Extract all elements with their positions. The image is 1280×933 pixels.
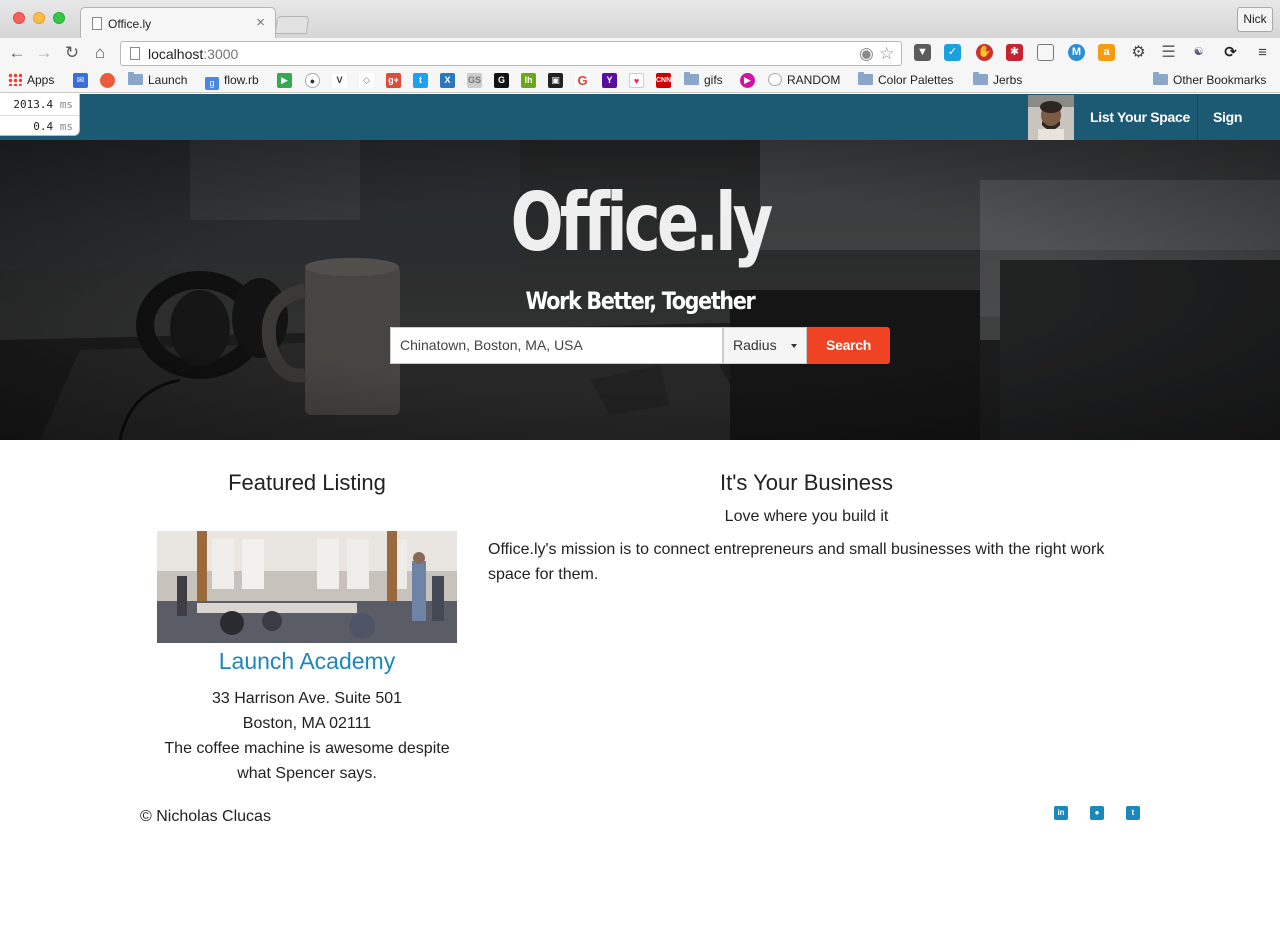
x-logo-icon[interactable]: X bbox=[440, 73, 455, 88]
browser-tab[interactable]: Office.ly × bbox=[80, 7, 276, 38]
list-your-space-link[interactable]: List Your Space bbox=[1075, 94, 1205, 140]
tab-close-icon[interactable]: × bbox=[256, 14, 265, 31]
play-store-icon[interactable]: ▶ bbox=[277, 73, 292, 88]
bookmark-gifs[interactable]: gifs bbox=[684, 72, 723, 89]
back-arrow-icon[interactable]: ← bbox=[7, 43, 27, 63]
orange-circle-icon[interactable] bbox=[100, 73, 115, 88]
footer-copyright: © Nicholas Clucas bbox=[140, 808, 271, 825]
reddit-icon[interactable]: ● bbox=[305, 73, 320, 88]
bookmark-jerbs[interactable]: Jerbs bbox=[973, 72, 1022, 89]
mini-profiler-badge[interactable]: 2013.4 ms 0.4 ms bbox=[0, 94, 80, 136]
m-extension-icon[interactable]: M bbox=[1068, 44, 1085, 61]
hero-banner: Office.ly Work Better, Together Chinatow… bbox=[0, 140, 1280, 440]
featured-listing-heading: Featured Listing bbox=[228, 470, 386, 495]
sync-icon[interactable]: ⟳ bbox=[1222, 44, 1239, 61]
bookmark-flow[interactable]: g flow.rb bbox=[205, 72, 259, 90]
business-heading: It's Your Business bbox=[720, 470, 893, 495]
folder-icon bbox=[973, 72, 988, 85]
heart-icon[interactable]: ♥ bbox=[629, 73, 644, 88]
lh-icon[interactable]: lh bbox=[521, 73, 536, 88]
bookmark-star-icon[interactable]: ☆ bbox=[879, 44, 894, 64]
page-icon bbox=[92, 17, 102, 30]
office-photo bbox=[157, 531, 457, 643]
inbox-icon[interactable]: ✉ bbox=[73, 73, 88, 88]
location-search-input[interactable]: Chinatown, Boston, MA, USA bbox=[390, 327, 723, 364]
search-button[interactable]: Search bbox=[807, 327, 890, 364]
browser-toolbar: ← → ↻ ⌂ localhost:3000 ◉ ☆ ▼ ✓ ✋ ✱ M a ⚙… bbox=[0, 38, 1280, 69]
business-subheading: Love where you build it bbox=[724, 508, 889, 525]
cast-icon[interactable] bbox=[1037, 44, 1054, 61]
satellite-icon[interactable]: ☯ bbox=[1190, 44, 1207, 61]
bookmarks-bar: Apps ✉ Launch g flow.rb ▶ ● V ◇ g+ t X GS… bbox=[0, 69, 1280, 93]
reload-icon[interactable]: ↻ bbox=[62, 43, 82, 63]
play-circle-icon[interactable]: ▶ bbox=[740, 73, 755, 88]
radius-select[interactable]: Radius bbox=[723, 327, 807, 364]
tab-title: Office.ly bbox=[108, 17, 152, 31]
listing-photo[interactable] bbox=[157, 531, 457, 643]
bookmark-launch[interactable]: Launch bbox=[128, 72, 187, 89]
new-tab-button[interactable] bbox=[274, 16, 310, 34]
folder-icon bbox=[128, 72, 143, 85]
zoom-window-button[interactable] bbox=[53, 12, 65, 24]
menu-icon[interactable]: ≡ bbox=[1254, 44, 1271, 61]
linkedin-icon[interactable]: in bbox=[1054, 806, 1068, 820]
google-plus-icon[interactable]: g+ bbox=[386, 73, 401, 88]
twitter-icon[interactable]: t bbox=[413, 73, 428, 88]
listing-address-line2: Boston, MA 02111 bbox=[242, 715, 372, 732]
forward-arrow-icon[interactable]: → bbox=[34, 43, 54, 63]
bookmark-other[interactable]: Other Bookmarks bbox=[1153, 72, 1266, 89]
minimize-window-button[interactable] bbox=[33, 12, 45, 24]
apps-grid-icon bbox=[8, 73, 22, 86]
yahoo-icon[interactable]: Y bbox=[602, 73, 617, 88]
adblock-icon[interactable]: ✋ bbox=[976, 44, 993, 61]
folder-icon bbox=[1153, 72, 1168, 85]
folder-icon bbox=[684, 72, 699, 85]
settings-gear-icon[interactable]: ⚙ bbox=[1130, 44, 1147, 61]
avatar-photo bbox=[1028, 95, 1074, 140]
github-icon[interactable]: ● bbox=[1090, 806, 1104, 820]
mission-statement: Office.ly's mission is to connect entrep… bbox=[488, 541, 1105, 583]
location-target-icon[interactable]: ◉ bbox=[859, 44, 874, 64]
checkbox-extension-icon[interactable]: ✓ bbox=[944, 44, 961, 61]
address-bar[interactable]: localhost:3000 ◉ ☆ bbox=[120, 41, 902, 66]
listing-description: The coffee machine is awesome despite wh… bbox=[164, 740, 450, 782]
profile-button[interactable]: Nick bbox=[1237, 7, 1273, 32]
listing-address-line1: 33 Harrison Ave. Suite 501 bbox=[211, 690, 403, 707]
url-text: localhost:3000 bbox=[148, 46, 239, 62]
pocket-icon[interactable]: ▼ bbox=[914, 44, 931, 61]
profiler-row[interactable]: 2013.4 ms bbox=[0, 94, 79, 115]
columns-icon[interactable]: ☰ bbox=[1160, 44, 1177, 61]
square-app-icon[interactable]: ▣ bbox=[548, 73, 563, 88]
hero-tagline: Work Better, Together bbox=[525, 287, 756, 315]
lastpass-icon[interactable]: ✱ bbox=[1006, 44, 1023, 61]
close-window-button[interactable] bbox=[13, 12, 25, 24]
page-icon bbox=[130, 47, 140, 60]
gs-icon[interactable]: GS bbox=[467, 73, 482, 88]
site-logo-title: Office.ly bbox=[510, 176, 774, 269]
browser-titlebar: Office.ly × Nick bbox=[0, 0, 1280, 38]
user-avatar[interactable] bbox=[1028, 95, 1074, 140]
cnn-icon[interactable]: CNN bbox=[656, 73, 671, 88]
google-icon: g bbox=[205, 77, 219, 90]
g-logo-icon[interactable]: G bbox=[494, 73, 509, 88]
radius-select-label: Radius bbox=[733, 337, 777, 353]
reddit-icon bbox=[768, 73, 782, 86]
v-icon[interactable]: V bbox=[332, 73, 347, 88]
profiler-row[interactable]: 0.4 ms bbox=[0, 115, 79, 136]
home-icon[interactable]: ⌂ bbox=[90, 43, 110, 63]
listing-title-link[interactable]: Launch Academy bbox=[157, 648, 457, 675]
caret-down-icon bbox=[791, 344, 797, 348]
folder-icon bbox=[858, 72, 873, 85]
sign-out-link[interactable]: Sign Out bbox=[1198, 94, 1280, 171]
diamond-icon[interactable]: ◇ bbox=[359, 73, 374, 88]
bookmark-random[interactable]: RANDOM bbox=[768, 72, 840, 89]
amazon-icon[interactable]: a bbox=[1098, 44, 1115, 61]
bookmark-color-palettes[interactable]: Color Palettes bbox=[858, 72, 953, 89]
google-g-icon[interactable]: G bbox=[575, 73, 590, 88]
twitter-icon[interactable]: t bbox=[1126, 806, 1140, 820]
bookmark-apps[interactable]: Apps bbox=[8, 72, 54, 89]
